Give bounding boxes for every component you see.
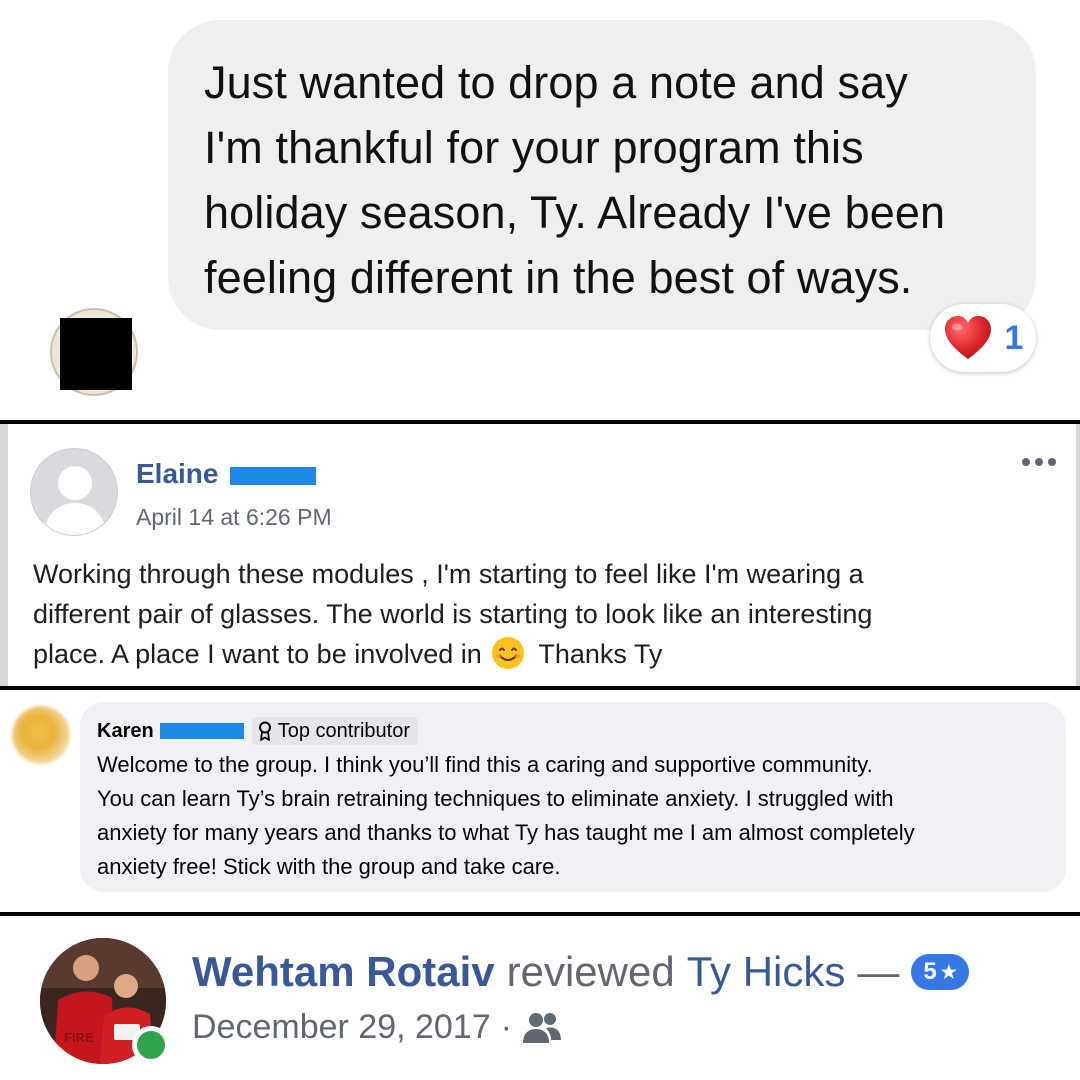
avatar[interactable] (12, 706, 70, 764)
online-status-indicator (132, 1026, 170, 1064)
avatar[interactable] (30, 448, 118, 536)
more-options-icon[interactable] (1022, 458, 1056, 466)
review-date[interactable]: December 29, 2017 (192, 1008, 491, 1047)
comment-line: anxiety for many years and thanks to wha… (97, 820, 915, 845)
post-line: Working through these modules , I'm star… (33, 559, 864, 589)
comment-header: Karen Top contributor (97, 716, 1050, 746)
comment-bubble: Karen Top contributor Welcome to the gro… (80, 702, 1066, 892)
sender-avatar[interactable] (50, 308, 138, 396)
reaction-badge[interactable]: 1 (930, 304, 1036, 372)
message-line: I'm thankful for your program this (204, 122, 864, 173)
avatar-redaction (60, 318, 132, 390)
default-avatar-icon (31, 449, 117, 535)
post-line: different pair of glasses. The world is … (33, 599, 873, 629)
comment-author[interactable]: Karen (97, 720, 154, 743)
comment-line: Welcome to the group. I think you’ll fin… (97, 752, 873, 777)
star-icon: ★ (940, 962, 957, 982)
friends-icon[interactable] (522, 1011, 562, 1045)
post-line-text: Thanks Ty (538, 639, 663, 669)
award-ribbon-icon (258, 721, 271, 741)
meta-separator: · (500, 1008, 512, 1046)
rating-value: 5 (923, 958, 937, 985)
message-panel: Just wanted to drop a note and say I'm t… (0, 0, 1080, 420)
message-line: Just wanted to drop a note and say (204, 57, 908, 108)
comment-line: anxiety free! Stick with the group and t… (97, 854, 561, 879)
review-panel: FIRE Wehtam Rotaiv reviewed Ty Hicks — 5… (0, 916, 1080, 1080)
review-dash: — (857, 948, 900, 995)
post-panel: Elaine April 14 at 6:26 PM Working throu… (0, 424, 1080, 686)
message-line: feeling different in the best of ways. (204, 252, 913, 303)
heart-icon (944, 316, 991, 359)
name-redaction (230, 466, 317, 485)
review-headline: Wehtam Rotaiv reviewed Ty Hicks — 5 ★ (192, 946, 969, 998)
name-redaction (159, 723, 244, 739)
reviewer-name[interactable]: Wehtam Rotaiv (192, 946, 495, 998)
post-author-name: Elaine (136, 458, 219, 489)
message-text: Just wanted to drop a note and say I'm t… (204, 50, 1006, 310)
post-author[interactable]: Elaine (136, 458, 317, 490)
top-contributor-badge[interactable]: Top contributor (251, 717, 418, 745)
comment-panel: Karen Top contributor Welcome to the gro… (0, 690, 1080, 912)
badge-label: Top contributor (277, 719, 410, 742)
post-line: place. A place I want to be involved in … (33, 634, 1063, 674)
review-verb: reviewed (506, 948, 675, 995)
smiling-face-icon (492, 637, 525, 669)
reviewed-page-link[interactable]: Ty Hicks (687, 946, 846, 998)
post-timestamp[interactable]: April 14 at 6:26 PM (136, 504, 332, 531)
comment-line: You can learn Ty’s brain retraining tech… (97, 786, 894, 811)
rating-badge: 5 ★ (911, 954, 969, 990)
message-bubble[interactable]: Just wanted to drop a note and say I'm t… (168, 20, 1036, 330)
review-meta: December 29, 2017 · (192, 1008, 562, 1047)
panel-edge (0, 424, 8, 686)
message-line: holiday season, Ty. Already I've been (204, 187, 946, 238)
reaction-count: 1 (1004, 318, 1024, 357)
panel-edge (1076, 424, 1080, 686)
svg-text:FIRE: FIRE (64, 1030, 94, 1045)
post-line-text: place. A place I want to be involved in (33, 639, 482, 669)
comment-text: Welcome to the group. I think you’ll fin… (97, 748, 1050, 884)
post-body: Working through these modules , I'm star… (33, 554, 1063, 674)
